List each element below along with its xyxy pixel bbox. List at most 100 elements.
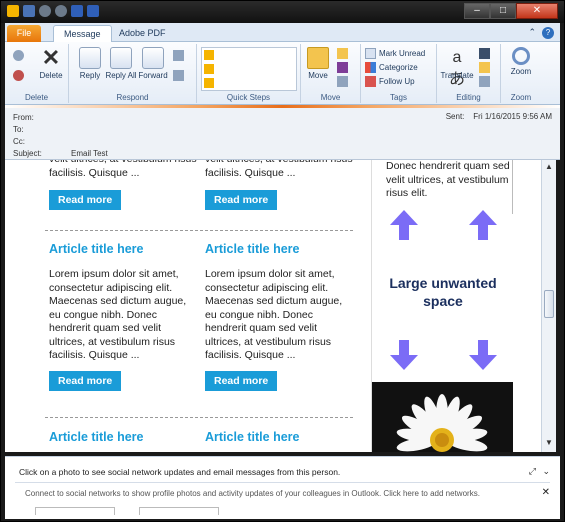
rules-icon [337,48,348,59]
meeting-button[interactable] [173,50,184,61]
people-photo-slot[interactable] [139,507,219,515]
scroll-down-icon[interactable]: ▼ [544,438,554,448]
read-more-button[interactable]: Read more [205,371,278,391]
group-label: Respond [116,93,149,102]
ribbon: ✕ Delete Delete Reply Reply All Forward … [5,42,560,105]
outlook-message-window: – □ ✕ File Message Adobe PDF ⌃ ? ✕ Delet… [0,0,565,522]
help-icon[interactable]: ? [542,27,554,39]
tab-adobe-pdf[interactable]: Adobe PDF [109,25,176,42]
onenote-button[interactable] [337,62,348,73]
envelope-icon [365,48,376,59]
rules-button[interactable] [337,48,348,59]
forward-button[interactable]: Forward [135,47,171,80]
mark-unread-button[interactable]: Mark Unread [365,48,425,59]
delete-button[interactable]: ✕ Delete [35,45,67,81]
up-arrow-icon [390,210,418,240]
undo-icon[interactable] [39,5,51,17]
outlook-icon [7,5,19,17]
down-arrow-icon [390,340,418,370]
zoom-button[interactable]: Zoom [505,47,537,76]
article-title-link[interactable]: Article title here [49,242,143,256]
move-button[interactable]: Move [303,47,333,80]
scroll-up-icon[interactable]: ▲ [544,162,554,172]
dismiss-icon[interactable]: ✕ [542,487,550,498]
from-label: From: [13,113,34,122]
group-editing: aあ Translate Editing [437,44,501,103]
forward-icon [142,47,164,69]
article-title-link[interactable]: Article title here [205,430,299,444]
junk-icon [13,70,24,81]
cc-label: Cc: [13,137,25,146]
find-button[interactable] [479,48,490,59]
related-button[interactable] [479,62,490,73]
up-arrow-icon[interactable] [71,5,83,17]
reply-button[interactable]: Reply [73,47,107,80]
meeting-icon [173,50,184,61]
group-quick-steps: Quick Steps [197,44,301,103]
ignore-button[interactable] [13,50,24,61]
window-controls: – □ ✕ [464,3,558,19]
follow-up-button[interactable]: Follow Up [365,76,415,87]
minimize-ribbon-icon[interactable]: ⌃ [528,27,536,39]
read-more-button[interactable]: Read more [49,371,122,391]
subject-value: Email Test [71,149,108,158]
quick-step-icon [204,50,214,60]
aside-column: Donec hendrerit quam sed velit ultrices,… [371,160,513,452]
flag-icon [365,76,376,87]
actions-button[interactable] [337,76,348,87]
move-folder-icon [307,47,329,69]
group-label: Editing [456,93,481,102]
article-title-link[interactable]: Article title here [49,430,143,444]
cursor-icon [479,76,490,87]
sent-value: Fri 1/16/2015 9:56 AM [473,112,552,121]
top-left-snippet: velit ultrices, at vestibulum risus faci… [49,160,197,179]
group-label: Delete [24,93,49,102]
email-body: velit ultrices, at vestibulum risus faci… [5,160,541,452]
close-button[interactable]: ✕ [516,3,558,19]
daisy-photo [372,382,513,452]
group-respond: Reply Reply All Forward Respond [69,44,197,103]
quick-step-icon [204,78,214,88]
article-body: Lorem ipsum dolor sit amet, consectetur … [49,268,187,361]
connect-networks-link[interactable]: Connect to social networks to show profi… [25,489,480,498]
group-label: Tags [390,93,407,102]
people-pane: Click on a photo to see social network u… [5,456,560,519]
maximize-button[interactable]: □ [490,3,516,19]
translate-button[interactable]: aあ Translate [439,47,475,88]
quick-steps-gallery[interactable] [201,47,297,91]
minimize-button[interactable]: – [464,3,490,19]
quick-step-icon [204,64,214,74]
tab-message[interactable]: Message [53,25,112,42]
article-separator [45,230,353,231]
tab-file[interactable]: File [7,25,41,42]
group-label: Move [320,93,341,102]
more-respond-button[interactable] [173,70,184,81]
junk-button[interactable] [13,70,24,81]
reply-all-button[interactable]: Reply All [105,47,137,80]
ignore-icon [13,50,24,61]
aside-divider [512,160,513,214]
actions-icon [337,76,348,87]
people-pane-divider [15,482,550,483]
ribbon-tab-bar: File Message Adobe PDF ⌃ ? [5,23,560,42]
group-move: Move Move [301,44,361,103]
top-right-snippet: velit ultrices, at vestibulum risus faci… [205,160,353,179]
related-icon [479,62,490,73]
vertical-scrollbar[interactable]: ▲ ▼ [541,160,556,452]
people-photo-slot[interactable] [35,507,115,515]
article-separator [45,417,353,418]
read-more-button[interactable]: Read more [205,190,278,210]
article-title-link[interactable]: Article title here [205,242,299,256]
down-arrow-icon[interactable] [87,5,99,17]
save-icon[interactable] [23,5,35,17]
scroll-thumb[interactable] [544,290,554,318]
redo-icon[interactable] [55,5,67,17]
select-button[interactable] [479,76,490,87]
read-more-button[interactable]: Read more [49,190,122,210]
group-zoom: Zoom Zoom [501,44,541,103]
categorize-button[interactable]: Categorize [365,62,418,73]
group-label: Zoom [510,93,532,102]
people-pane-expand-icon[interactable]: ⤢ [529,466,536,477]
people-pane-collapse-icon[interactable]: ⌄ [542,466,550,477]
delete-x-icon: ✕ [41,45,61,70]
